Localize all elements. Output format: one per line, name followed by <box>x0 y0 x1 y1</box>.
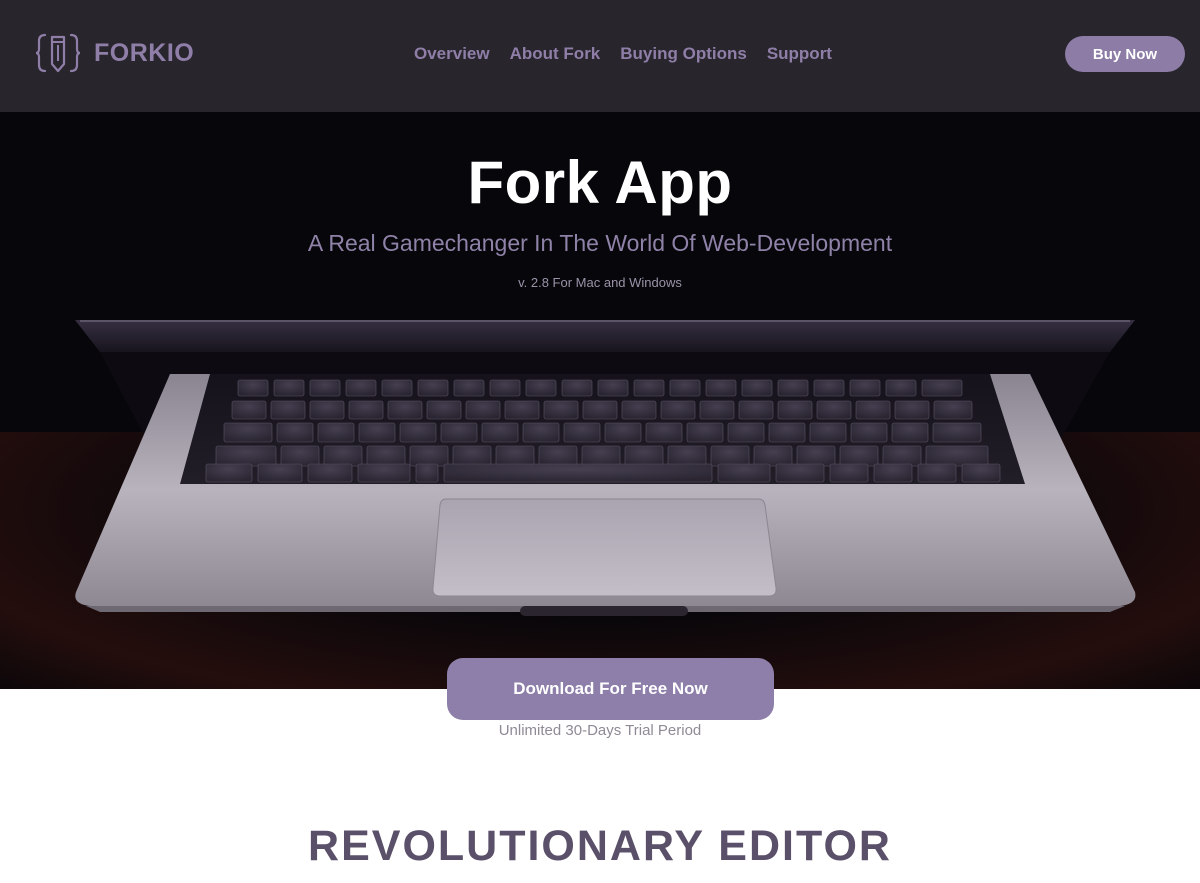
hero-subtitle: A Real Gamechanger In The World Of Web-D… <box>307 230 893 256</box>
main-nav: Overview About Fork Buying Options Suppo… <box>414 42 832 66</box>
pencil-brackets-icon <box>36 33 80 73</box>
nav-buying-options[interactable]: Buying Options <box>620 44 747 64</box>
logo-link[interactable]: FORKIO <box>36 33 194 73</box>
site-header: FORKIO Overview About Fork Buying Option… <box>0 0 1200 112</box>
hero-version: v. 2.8 For Mac and Windows <box>518 275 682 290</box>
section-title: REVOLUTIONARY EDITOR <box>308 822 892 870</box>
logo-text: FORKIO <box>94 38 195 67</box>
nav-about-fork[interactable]: About Fork <box>510 44 601 64</box>
nav-overview[interactable]: Overview <box>414 44 490 64</box>
nav-support[interactable]: Support <box>767 44 832 64</box>
hero-section: Fork App A Real Gamechanger In The World… <box>0 112 1200 689</box>
download-button[interactable]: Download For Free Now <box>447 658 774 720</box>
page: FORKIO Overview About Fork Buying Option… <box>0 0 1200 883</box>
buy-now-button[interactable]: Buy Now <box>1065 36 1185 72</box>
trial-text: Unlimited 30-Days Trial Period <box>498 722 702 739</box>
hero-title: Fork App <box>467 149 733 216</box>
